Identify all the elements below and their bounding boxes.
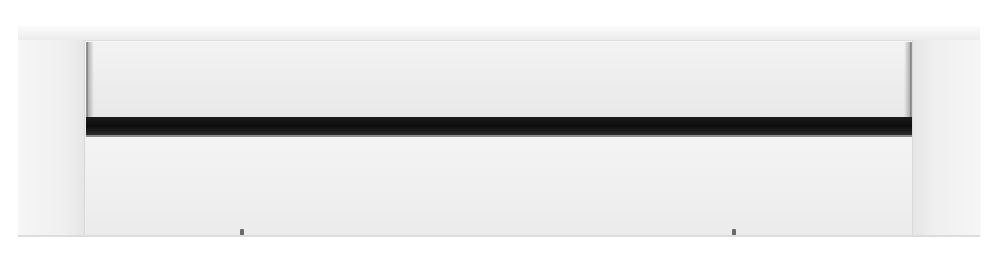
heater-left-end-cap xyxy=(18,40,85,236)
mounting-notch-left xyxy=(240,229,244,235)
heater-front-panel xyxy=(86,137,912,236)
heater-upper-opening xyxy=(86,42,912,118)
mounting-notch-right xyxy=(732,229,736,235)
heater-top-lip xyxy=(18,26,980,41)
opening-right-shadow xyxy=(904,42,912,118)
heater-right-end-cap xyxy=(912,40,981,236)
heater-photo xyxy=(0,0,1000,263)
opening-left-shadow xyxy=(86,42,94,118)
heater-vent-slot xyxy=(86,117,912,135)
heater-bottom-edge xyxy=(18,235,980,237)
